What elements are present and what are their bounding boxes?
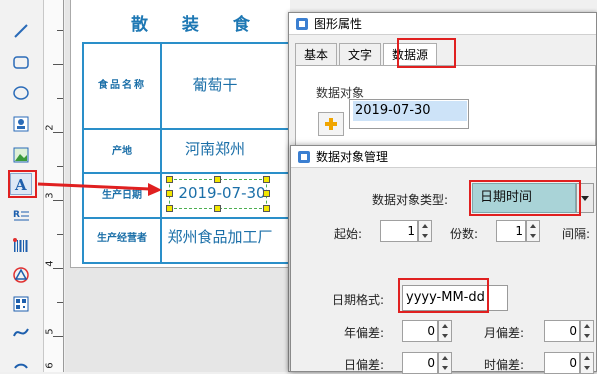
copies-label: 份数: — [450, 227, 479, 241]
resize-handle[interactable] — [214, 205, 221, 212]
hour-offset-stepper[interactable] — [580, 352, 594, 374]
vertical-ruler: 2 3 4 5 6 — [44, 0, 64, 372]
copies-input[interactable]: 1 — [496, 220, 526, 242]
add-datasource-button[interactable] — [318, 112, 344, 136]
resize-handle[interactable] — [166, 190, 173, 197]
type-label: 数据对象类型: — [372, 193, 449, 207]
chevron-down-icon — [581, 196, 589, 201]
date-format-label: 日期格式: — [332, 293, 385, 307]
line-tool-icon[interactable] — [10, 20, 32, 42]
row-label-date[interactable]: 生产日期 — [86, 186, 158, 201]
year-offset-input[interactable]: 0 — [402, 320, 438, 342]
year-offset-stepper[interactable] — [438, 320, 452, 342]
interval-label: 间隔: — [562, 227, 591, 241]
row-label-name[interactable]: 食品名称 — [86, 76, 158, 91]
app-icon — [296, 17, 308, 30]
resize-handle[interactable] — [263, 190, 270, 197]
ruler-number: 2 — [44, 124, 56, 131]
start-stepper[interactable] — [418, 220, 432, 242]
type-select-highlight — [469, 180, 581, 216]
resize-handle[interactable] — [263, 176, 270, 183]
app-icon — [298, 150, 310, 163]
start-input[interactable]: 1 — [380, 220, 418, 242]
dialog-titlebar[interactable]: 图形属性 — [289, 13, 596, 35]
day-offset-stepper[interactable] — [438, 352, 452, 374]
ruler-number: 3 — [44, 192, 56, 199]
tab-basic[interactable]: 基本 — [295, 43, 338, 65]
dialog-title: 数据对象管理 — [316, 150, 389, 164]
shape-tool-icon[interactable] — [10, 264, 32, 286]
rounded-rect-tool-icon[interactable] — [10, 51, 32, 73]
day-offset-label: 日偏差: — [344, 358, 385, 372]
resize-handle[interactable] — [166, 176, 173, 183]
hour-offset-label: 时偏差: — [484, 358, 525, 372]
arc-tool-icon[interactable] — [10, 350, 32, 372]
barcode-tool-icon[interactable] — [10, 235, 32, 257]
start-label: 起始: — [334, 227, 363, 241]
rich-text-tool-icon[interactable]: R — [10, 204, 32, 226]
svg-text:R: R — [13, 210, 20, 220]
month-offset-stepper[interactable] — [580, 320, 594, 342]
datasource-item[interactable]: 2019-07-30 — [353, 101, 467, 121]
image-tool-icon[interactable] — [10, 113, 32, 135]
resize-handle[interactable] — [166, 205, 173, 212]
day-offset-input[interactable]: 0 — [402, 352, 438, 374]
ruler-number: 6 — [44, 362, 56, 369]
ruler-number: 5 — [44, 328, 56, 335]
curve-tool-icon[interactable] — [10, 322, 32, 344]
date-format-highlight — [398, 278, 489, 313]
picture-tool-icon[interactable] — [10, 144, 32, 166]
qrcode-tool-icon[interactable] — [10, 293, 32, 315]
row-label-origin[interactable]: 产地 — [86, 142, 158, 157]
text-tool-highlight — [8, 170, 37, 198]
tab-text[interactable]: 文字 — [339, 43, 382, 65]
copies-stepper[interactable] — [526, 220, 540, 242]
datasource-tab-highlight — [397, 38, 456, 68]
year-offset-label: 年偏差: — [344, 326, 385, 340]
resize-handle[interactable] — [214, 176, 221, 183]
row-label-producer[interactable]: 生产经营者 — [86, 229, 158, 244]
row-value-origin[interactable]: 河南郑州 — [160, 138, 270, 159]
ruler-number: 4 — [44, 260, 56, 267]
row-value-name[interactable]: 葡萄干 — [160, 74, 270, 95]
hour-offset-input[interactable]: 0 — [544, 352, 580, 374]
label-title[interactable]: 散 装 食 — [131, 10, 264, 35]
row-value-producer[interactable]: 郑州食品加工厂 — [160, 226, 280, 247]
plus-icon — [325, 118, 337, 130]
dialog-titlebar[interactable]: 数据对象管理 — [291, 146, 596, 168]
resize-handle[interactable] — [263, 205, 270, 212]
dialog-title: 图形属性 — [314, 17, 363, 31]
month-offset-input[interactable]: 0 — [544, 320, 580, 342]
month-offset-label: 月偏差: — [484, 326, 525, 340]
ellipse-tool-icon[interactable] — [10, 82, 32, 104]
